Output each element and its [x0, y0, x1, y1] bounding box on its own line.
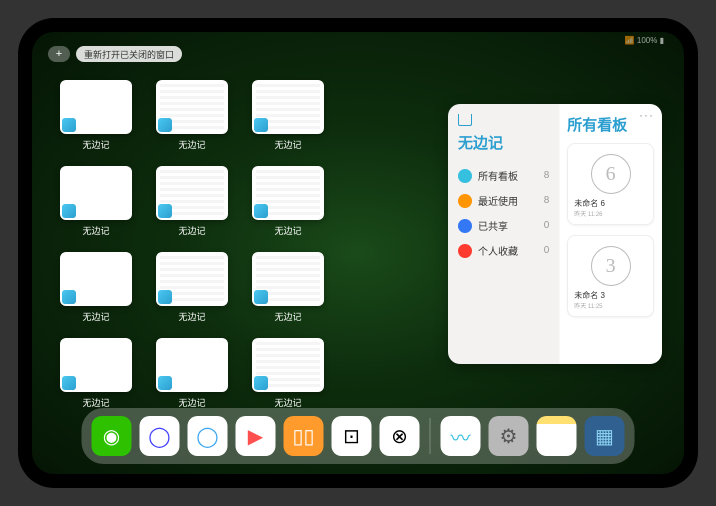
app-window-label: 无边记	[178, 224, 205, 237]
board-subtitle: 昨天 11:26	[574, 209, 647, 218]
ipad-frame: 📶 100% ▮ + 重新打开已关闭的窗口 无边记无边记无边记无边记无边记无边记…	[18, 18, 698, 488]
app-window-grid: 无边记无边记无边记无边记无边记无边记无边记无边记无边记无边记无边记无边记	[60, 80, 420, 410]
panel-title-left: 无边记	[458, 132, 549, 153]
dock-icon-freeform[interactable]: 〰	[441, 416, 481, 456]
sidebar-item-count: 8	[544, 195, 550, 206]
reopen-closed-window-button[interactable]: 重新打开已关闭的窗口	[76, 46, 182, 62]
screen: 📶 100% ▮ + 重新打开已关闭的窗口 无边记无边记无边记无边记无边记无边记…	[32, 32, 684, 474]
sidebar-item-所有看板[interactable]: 所有看板 8	[458, 163, 549, 188]
app-window-label: 无边记	[82, 310, 109, 323]
new-window-button[interactable]: +	[48, 46, 70, 62]
window-thumbnail[interactable]	[252, 166, 324, 220]
dock-icon-wechat[interactable]: ◉	[92, 416, 132, 456]
sidebar-item-count: 0	[544, 220, 550, 231]
window-thumbnail[interactable]	[156, 338, 228, 392]
sidebar-item-icon	[458, 169, 472, 183]
freeform-icon	[62, 204, 76, 218]
dock-icon-library[interactable]: ▦	[585, 416, 625, 456]
freeform-icon	[254, 118, 268, 132]
sidebar-item-label: 已共享	[478, 218, 508, 233]
app-window[interactable]: 无边记	[156, 80, 228, 152]
more-button[interactable]: ···	[639, 108, 654, 122]
freeform-icon	[254, 290, 268, 304]
freeform-icon	[62, 376, 76, 390]
dock-icon-browser2[interactable]: ◯	[188, 416, 228, 456]
sidebar-item-icon	[458, 194, 472, 208]
dock-separator	[430, 418, 431, 454]
freeform-icon	[158, 118, 172, 132]
freeform-icon	[158, 376, 172, 390]
app-window-label: 无边记	[274, 310, 301, 323]
app-window[interactable]: 无边记	[252, 338, 324, 410]
window-thumbnail[interactable]	[252, 338, 324, 392]
window-thumbnail[interactable]	[60, 80, 132, 134]
window-thumbnail[interactable]	[156, 252, 228, 306]
sidebar-item-label: 个人收藏	[478, 243, 518, 258]
app-window-label: 无边记	[274, 224, 301, 237]
app-window-label: 无边记	[274, 138, 301, 151]
dock-icon-books[interactable]: ▯▯	[284, 416, 324, 456]
window-thumbnail[interactable]	[156, 166, 228, 220]
app-window-label: 无边记	[178, 138, 205, 151]
app-window[interactable]: 无边记	[156, 166, 228, 238]
app-window[interactable]: 无边记	[60, 338, 132, 410]
board-card[interactable]: 6 未命名 6昨天 11:26	[567, 143, 654, 225]
sidebar-item-个人收藏[interactable]: 个人收藏 0	[458, 238, 549, 263]
app-window-label: 无边记	[82, 138, 109, 151]
sidebar-item-最近使用[interactable]: 最近使用 8	[458, 188, 549, 213]
top-buttons: + 重新打开已关闭的窗口	[48, 46, 182, 62]
window-thumbnail[interactable]	[252, 252, 324, 306]
freeform-icon	[254, 204, 268, 218]
app-window[interactable]: 无边记	[60, 252, 132, 324]
app-window[interactable]: 无边记	[60, 80, 132, 152]
freeform-icon	[62, 118, 76, 132]
dock-icon-connect[interactable]: ⊗	[380, 416, 420, 456]
window-thumbnail[interactable]	[252, 80, 324, 134]
board-card[interactable]: 3 未命名 3昨天 11:25	[567, 235, 654, 317]
board-thumbnail: 6	[591, 154, 631, 194]
app-window[interactable]: 无边记	[156, 252, 228, 324]
dock-icon-dice[interactable]: ⊡	[332, 416, 372, 456]
board-title: 未命名 6	[574, 198, 647, 209]
sidebar-item-count: 8	[544, 170, 550, 181]
battery-indicator: 📶 100% ▮	[625, 36, 664, 45]
window-thumbnail[interactable]	[156, 80, 228, 134]
freeform-app-icon	[458, 114, 472, 126]
sidebar-item-label: 所有看板	[478, 168, 518, 183]
panel-sidebar: 无边记 所有看板 8 最近使用 8 已共享 0 个人收藏 0	[448, 104, 559, 364]
sidebar-item-label: 最近使用	[478, 193, 518, 208]
board-title: 未命名 3	[574, 290, 647, 301]
dock: ◉◯◯▶▯▯⊡⊗〰⚙▦	[82, 408, 635, 464]
app-window[interactable]: 无边记	[60, 166, 132, 238]
app-window[interactable]: 无边记	[252, 252, 324, 324]
app-window[interactable]: 无边记	[252, 80, 324, 152]
app-window-label: 无边记	[82, 224, 109, 237]
board-subtitle: 昨天 11:25	[574, 301, 647, 310]
sidebar-item-icon	[458, 244, 472, 258]
freeform-panel[interactable]: 无边记 所有看板8最近使用8已共享0个人收藏0 ··· 所有看板 6未命名 6昨…	[448, 104, 662, 364]
sidebar-item-count: 0	[544, 245, 550, 256]
dock-icon-browser1[interactable]: ◯	[140, 416, 180, 456]
window-thumbnail[interactable]	[60, 166, 132, 220]
panel-content: ··· 所有看板 6未命名 6昨天 11:263未命名 3昨天 11:25	[559, 104, 662, 364]
dock-icon-notes[interactable]	[537, 416, 577, 456]
app-window[interactable]: 无边记	[156, 338, 228, 410]
window-thumbnail[interactable]	[60, 252, 132, 306]
window-thumbnail[interactable]	[60, 338, 132, 392]
sidebar-item-icon	[458, 219, 472, 233]
app-window-label: 无边记	[178, 310, 205, 323]
freeform-icon	[158, 290, 172, 304]
freeform-icon	[158, 204, 172, 218]
dock-icon-video[interactable]: ▶	[236, 416, 276, 456]
board-thumbnail: 3	[591, 246, 631, 286]
app-window[interactable]: 无边记	[252, 166, 324, 238]
freeform-icon	[62, 290, 76, 304]
dock-icon-settings[interactable]: ⚙	[489, 416, 529, 456]
sidebar-item-已共享[interactable]: 已共享 0	[458, 213, 549, 238]
status-bar: 📶 100% ▮	[625, 36, 664, 45]
freeform-icon	[254, 376, 268, 390]
